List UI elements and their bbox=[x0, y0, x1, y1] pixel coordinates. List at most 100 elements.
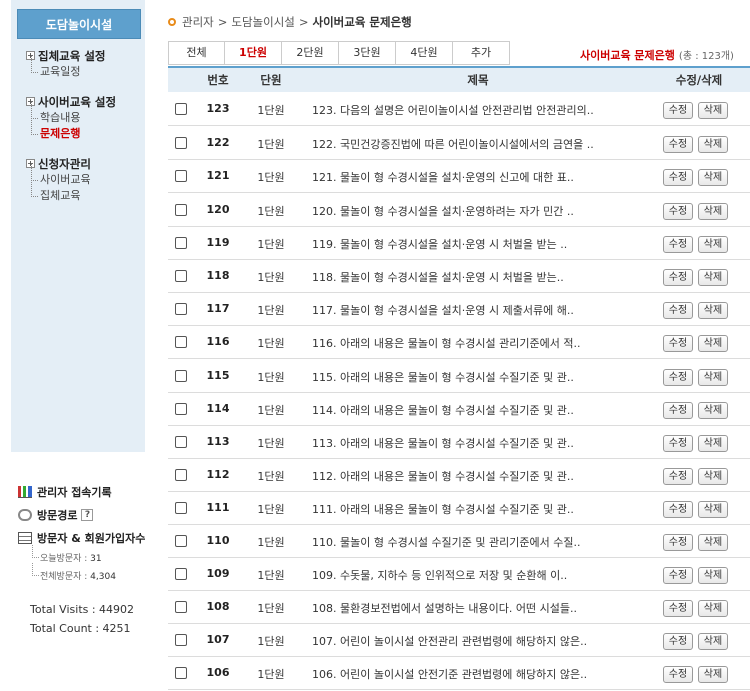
row-checkbox[interactable] bbox=[175, 336, 187, 348]
edit-button[interactable]: 수정 bbox=[663, 501, 693, 518]
row-unit: 1단원 bbox=[257, 171, 285, 184]
tab-unit-3[interactable]: 3단원 bbox=[339, 41, 396, 65]
breadcrumb-item[interactable]: 도담놀이시설 bbox=[231, 14, 294, 30]
visit-path-link[interactable]: 방문경로? bbox=[18, 507, 94, 523]
edit-button[interactable]: 수정 bbox=[663, 136, 693, 153]
delete-button[interactable]: 삭제 bbox=[698, 402, 728, 419]
edit-button[interactable]: 수정 bbox=[663, 369, 693, 386]
delete-button[interactable]: 삭제 bbox=[698, 169, 728, 186]
delete-button[interactable]: 삭제 bbox=[698, 335, 728, 352]
row-number: 107 bbox=[206, 633, 230, 646]
row-checkbox[interactable] bbox=[175, 170, 187, 182]
delete-button[interactable]: 삭제 bbox=[698, 102, 728, 119]
row-checkbox[interactable] bbox=[175, 370, 187, 382]
delete-button[interactable]: 삭제 bbox=[698, 269, 728, 286]
row-checkbox[interactable] bbox=[175, 469, 187, 481]
edit-button[interactable]: 수정 bbox=[663, 435, 693, 452]
row-checkbox[interactable] bbox=[175, 204, 187, 216]
row-title-link[interactable]: 116. 아래의 내용은 물놀이 형 수경시설 관리기준에서 적.. bbox=[312, 335, 652, 351]
row-checkbox[interactable] bbox=[175, 535, 187, 547]
row-number: 113 bbox=[206, 435, 230, 448]
row-title-link[interactable]: 123. 다음의 설명은 어린이놀이시설 안전관리법 안전관리의.. bbox=[312, 102, 652, 118]
row-checkbox[interactable] bbox=[175, 502, 187, 514]
admin-log-label[interactable]: 관리자 접속기록 bbox=[37, 484, 112, 500]
row-checkbox[interactable] bbox=[175, 601, 187, 613]
row-title-link[interactable]: 120. 물놀이 형 수경시설을 설치·운영하려는 자가 민간 .. bbox=[312, 203, 652, 219]
nav-group-label[interactable]: 집체교육 설정 bbox=[38, 48, 105, 64]
edit-button[interactable]: 수정 bbox=[663, 269, 693, 286]
delete-button[interactable]: 삭제 bbox=[698, 501, 728, 518]
row-title-link[interactable]: 117. 물놀이 형 수경시설을 설치·운영 시 제출서류에 해.. bbox=[312, 302, 652, 318]
row-checkbox[interactable] bbox=[175, 237, 187, 249]
sidebar-title[interactable]: 도담놀이시설 bbox=[17, 9, 141, 39]
row-title-link[interactable]: 108. 물환경보전법에서 설명하는 내용이다. 어떤 시설들.. bbox=[312, 600, 652, 616]
sidebar-item-contents[interactable]: 학습내용 bbox=[26, 102, 116, 126]
row-title-link[interactable]: 118. 물놀이 형 수경시설을 설치·운영 시 처벌을 받는.. bbox=[312, 269, 652, 285]
row-title-link[interactable]: 109. 수돗물, 지하수 등 인위적으로 저장 및 순환해 이.. bbox=[312, 567, 652, 583]
delete-button[interactable]: 삭제 bbox=[698, 435, 728, 452]
tab-all[interactable]: 전체 bbox=[168, 41, 225, 65]
delete-button[interactable]: 삭제 bbox=[698, 369, 728, 386]
row-checkbox[interactable] bbox=[175, 667, 187, 679]
sidebar-item-offline[interactable]: 집체교육 bbox=[26, 180, 91, 204]
row-title-link[interactable]: 111. 아래의 내용은 물놀이 형 수경시설 수질기준 및 관.. bbox=[312, 501, 652, 517]
row-title-link[interactable]: 113. 아래의 내용은 물놀이 형 수경시설 수질기준 및 관.. bbox=[312, 435, 652, 451]
visitor-signup-link[interactable]: 방문자 & 회원가입자수 bbox=[18, 530, 145, 546]
row-checkbox[interactable] bbox=[175, 103, 187, 115]
row-title-link[interactable]: 122. 국민건강증진법에 따른 어린이놀이시설에서의 금연을 .. bbox=[312, 136, 652, 152]
row-title-link[interactable]: 110. 물놀이 형 수경시설 수질기준 및 관리기준에서 수질.. bbox=[312, 534, 652, 550]
row-title-link[interactable]: 106. 어린이 놀이시설 안전기준 관련법령에 해당하지 않은.. bbox=[312, 666, 652, 682]
tab-unit-2[interactable]: 2단원 bbox=[282, 41, 339, 65]
help-icon[interactable]: ? bbox=[81, 509, 94, 521]
row-title-link[interactable]: 119. 물놀이 형 수경시설을 설치·운영 시 처벌을 받는 .. bbox=[312, 236, 652, 252]
nav-group-header[interactable]: + 사이버교육 설정 bbox=[26, 93, 116, 110]
tab-add[interactable]: 추가 bbox=[453, 41, 510, 65]
delete-button[interactable]: 삭제 bbox=[698, 468, 728, 485]
row-title-link[interactable]: 114. 아래의 내용은 물놀이 형 수경시설 수질기준 및 관.. bbox=[312, 402, 652, 418]
tab-unit-4[interactable]: 4단원 bbox=[396, 41, 453, 65]
row-checkbox[interactable] bbox=[175, 403, 187, 415]
admin-log-link[interactable]: 관리자 접속기록 bbox=[18, 484, 112, 500]
edit-button[interactable]: 수정 bbox=[663, 600, 693, 617]
edit-button[interactable]: 수정 bbox=[663, 468, 693, 485]
nav-group-label[interactable]: 신청자관리 bbox=[38, 156, 91, 172]
edit-button[interactable]: 수정 bbox=[663, 402, 693, 419]
edit-button[interactable]: 수정 bbox=[663, 236, 693, 253]
row-checkbox[interactable] bbox=[175, 436, 187, 448]
edit-button[interactable]: 수정 bbox=[663, 633, 693, 650]
row-number: 110 bbox=[206, 534, 230, 547]
edit-button[interactable]: 수정 bbox=[663, 169, 693, 186]
row-checkbox[interactable] bbox=[175, 568, 187, 580]
nav-group-label[interactable]: 사이버교육 설정 bbox=[38, 94, 116, 110]
breadcrumb-item[interactable]: 관리자 bbox=[182, 14, 214, 30]
edit-button[interactable]: 수정 bbox=[663, 102, 693, 119]
row-title-link[interactable]: 115. 아래의 내용은 물놀이 형 수경시설 수질기준 및 관.. bbox=[312, 369, 652, 385]
row-title-link[interactable]: 107. 어린이 놀이시설 안전관리 관련법령에 해당하지 않은.. bbox=[312, 633, 652, 649]
delete-button[interactable]: 삭제 bbox=[698, 302, 728, 319]
row-checkbox[interactable] bbox=[175, 303, 187, 315]
row-title-link[interactable]: 121. 물놀이 형 수경시설을 설치·운영의 신고에 대한 표.. bbox=[312, 169, 652, 185]
edit-button[interactable]: 수정 bbox=[663, 335, 693, 352]
sidebar-item-schedule[interactable]: 교육일정 bbox=[26, 56, 105, 80]
edit-button[interactable]: 수정 bbox=[663, 203, 693, 220]
tab-unit-1[interactable]: 1단원 bbox=[225, 41, 282, 65]
delete-button[interactable]: 삭제 bbox=[698, 567, 728, 584]
edit-button[interactable]: 수정 bbox=[663, 666, 693, 683]
delete-button[interactable]: 삭제 bbox=[698, 666, 728, 683]
delete-button[interactable]: 삭제 bbox=[698, 203, 728, 220]
edit-button[interactable]: 수정 bbox=[663, 534, 693, 551]
visitor-signup-label[interactable]: 방문자 & 회원가입자수 bbox=[37, 530, 145, 546]
row-title-link[interactable]: 112. 아래의 내용은 물놀이 형 수경시설 수질기준 및 관.. bbox=[312, 468, 652, 484]
edit-button[interactable]: 수정 bbox=[663, 302, 693, 319]
row-checkbox[interactable] bbox=[175, 270, 187, 282]
delete-button[interactable]: 삭제 bbox=[698, 633, 728, 650]
row-checkbox[interactable] bbox=[175, 634, 187, 646]
delete-button[interactable]: 삭제 bbox=[698, 136, 728, 153]
row-checkbox[interactable] bbox=[175, 137, 187, 149]
delete-button[interactable]: 삭제 bbox=[698, 600, 728, 617]
visit-path-label[interactable]: 방문경로 bbox=[37, 507, 77, 523]
edit-button[interactable]: 수정 bbox=[663, 567, 693, 584]
sidebar-item-question-bank[interactable]: 문제은행 bbox=[26, 118, 116, 142]
delete-button[interactable]: 삭제 bbox=[698, 534, 728, 551]
delete-button[interactable]: 삭제 bbox=[698, 236, 728, 253]
